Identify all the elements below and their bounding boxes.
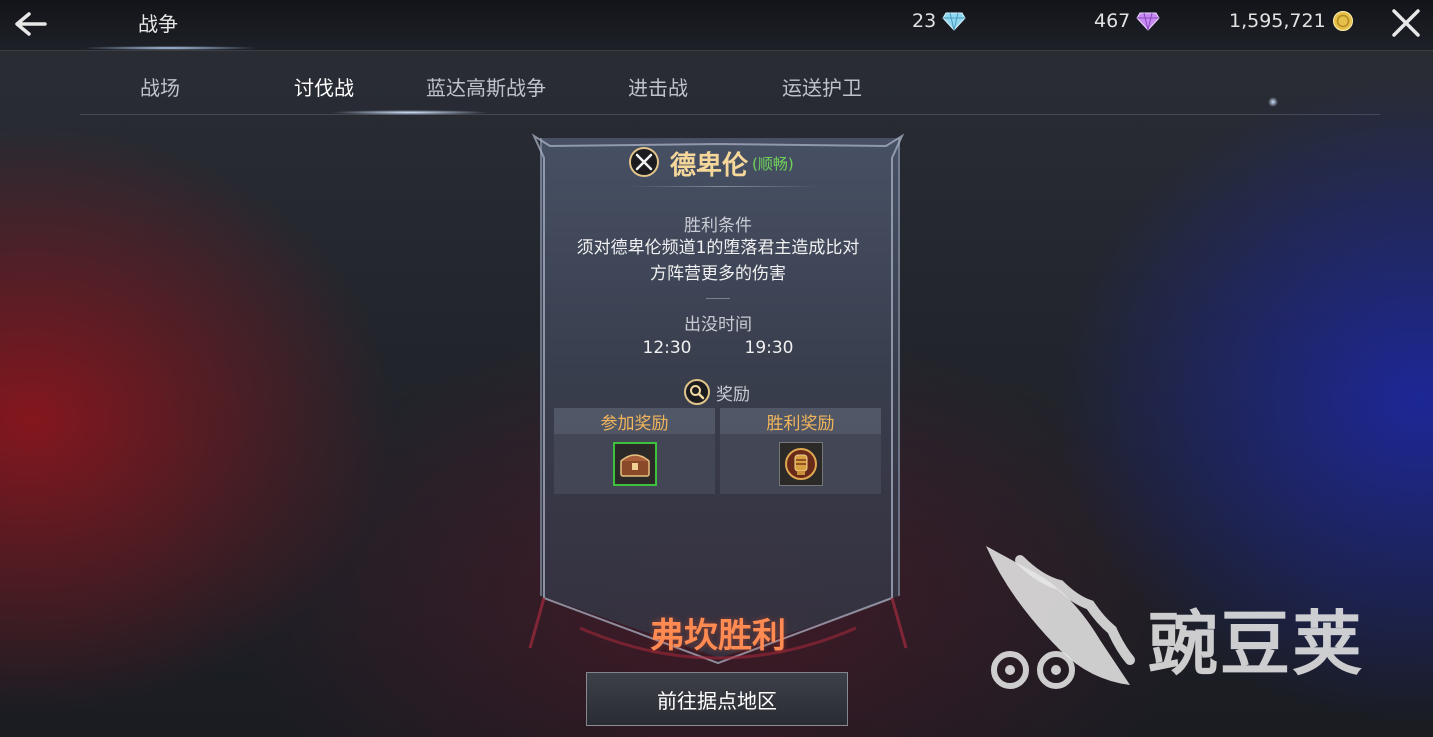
back-arrow-icon <box>15 12 47 36</box>
tab-bar: 战场 讨伐战 蓝达高斯战争 进击战 运送护卫 <box>80 52 1380 115</box>
tab-escort[interactable]: 运送护卫 <box>782 72 862 101</box>
watermark-text: 豌豆荚 <box>1148 603 1364 685</box>
participation-reward-header: 参加奖励 <box>554 408 715 434</box>
boss-name: 德卑伦 <box>670 151 749 181</box>
server-status: (顺畅) <box>752 155 794 173</box>
reward-header: 奖励 <box>684 379 750 405</box>
top-bar: 战争 23 467 1,595,721 <box>0 0 1433 51</box>
appear-time-2: 19:30 <box>744 338 794 358</box>
currency-blue-gem[interactable]: 23 <box>912 9 966 33</box>
tab-landagos-war[interactable]: 蓝达高斯战争 <box>426 72 546 101</box>
purple-gem-count: 467 <box>1094 10 1131 32</box>
tab-battlefield[interactable]: 战场 <box>140 72 180 101</box>
victory-condition-line2: 方阵营更多的伤害 <box>650 264 786 284</box>
section-divider <box>706 298 730 299</box>
victory-reward-item[interactable] <box>778 442 823 486</box>
currency-gold[interactable]: 1,595,721 <box>1229 9 1354 33</box>
currency-purple-gem[interactable]: 467 <box>1094 9 1160 33</box>
blue-gem-icon <box>942 11 966 31</box>
crossed-swords-icon <box>628 146 660 182</box>
page-title: 战争 <box>138 12 178 36</box>
boss-title: 德卑伦 (顺畅) <box>628 145 794 182</box>
title-underline <box>80 46 260 50</box>
victory-condition-line1: 须对德卑伦频道1的堕落君主造成比对 <box>576 238 860 258</box>
purple-gem-icon <box>1136 11 1160 31</box>
treasure-chest-icon <box>619 454 650 477</box>
appear-time-label: 出没时间 <box>684 315 752 335</box>
victory-condition-label: 胜利条件 <box>684 216 752 236</box>
close-icon <box>1392 9 1420 37</box>
magnifier-icon[interactable] <box>684 379 710 405</box>
gauntlet-emblem-icon <box>784 448 817 480</box>
close-button[interactable] <box>1386 3 1426 43</box>
battle-result: 弗坎胜利 <box>650 616 786 656</box>
gold-count: 1,595,721 <box>1229 10 1326 32</box>
participation-reward-item[interactable] <box>612 442 657 486</box>
tab-crusade[interactable]: 讨伐战 <box>294 72 354 101</box>
reward-label: 奖励 <box>716 384 750 405</box>
goto-stronghold-button[interactable]: 前往据点地区 <box>586 672 848 726</box>
background-sparkle <box>1268 97 1278 107</box>
gold-coin-icon <box>1332 10 1354 32</box>
victory-reward-header: 胜利奖励 <box>720 408 881 434</box>
participation-reward-cell <box>554 434 715 494</box>
title-divider <box>628 186 818 187</box>
appear-time-1: 12:30 <box>642 338 692 358</box>
active-tab-indicator <box>330 110 490 115</box>
back-button[interactable] <box>10 4 50 44</box>
victory-reward-cell <box>720 434 881 494</box>
tab-assault[interactable]: 进击战 <box>628 72 688 101</box>
blue-gem-count: 23 <box>912 10 937 32</box>
